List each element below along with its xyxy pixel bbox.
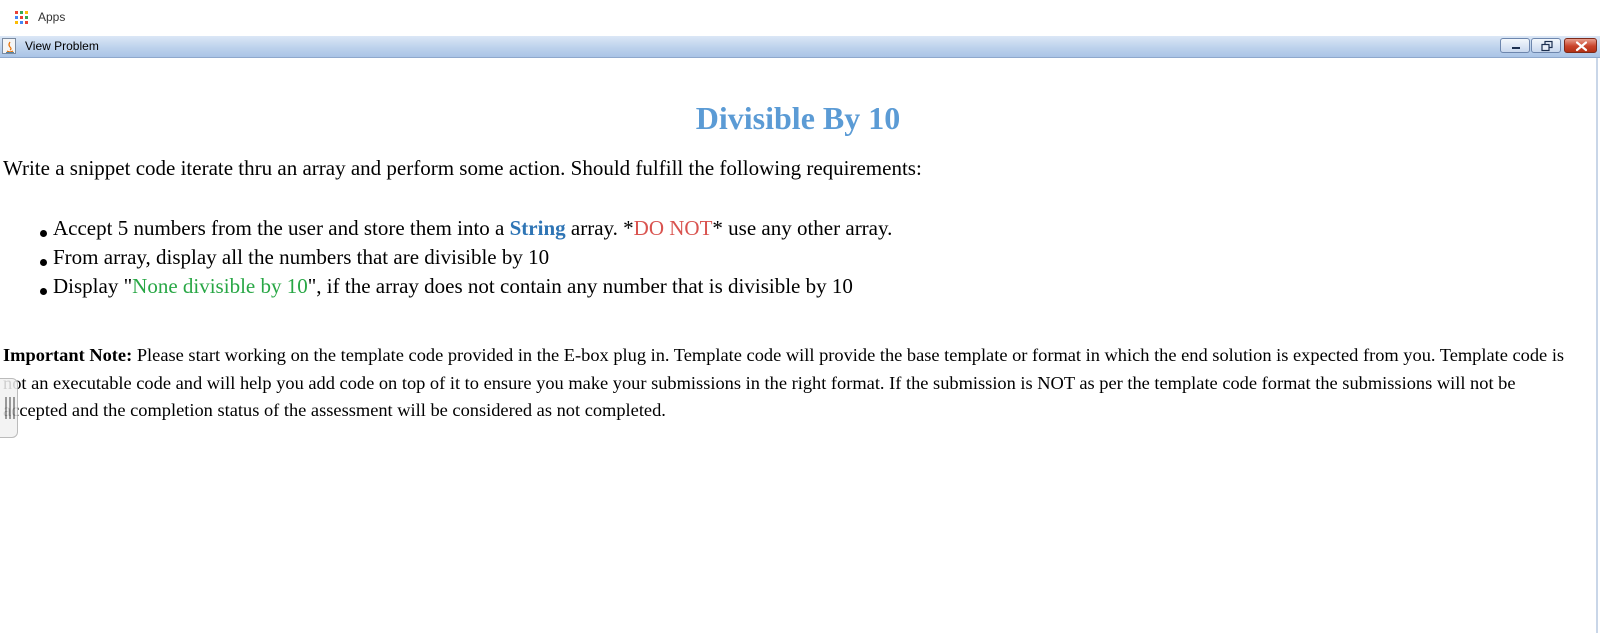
window-title: View Problem	[25, 39, 99, 53]
requirement-text: ", if the array does not contain any num…	[307, 274, 853, 298]
window-titlebar[interactable]: View Problem	[0, 36, 1600, 58]
bullet-icon	[40, 259, 47, 266]
problem-content: Divisible By 10 Write a snippet code ite…	[0, 58, 1600, 633]
side-panel-handle[interactable]	[0, 378, 18, 438]
list-item: From array, display all the numbers that…	[40, 243, 892, 272]
keyword-do-not: DO NOT	[633, 216, 713, 240]
list-item: Display "None divisible by 10", if the a…	[40, 272, 892, 301]
window-right-border	[1596, 58, 1598, 633]
requirement-text: * use any other array.	[712, 216, 893, 240]
keyword-none-divisible: None divisible by 10	[132, 274, 308, 298]
important-note: Important Note: Please start working on …	[3, 342, 1578, 425]
problem-intro: Write a snippet code iterate thru an arr…	[3, 156, 922, 180]
requirement-text: Accept 5 numbers from the user and store…	[53, 216, 510, 240]
close-icon	[1575, 41, 1588, 52]
problem-title: Divisible By 10	[695, 100, 901, 136]
apps-bookmark-label[interactable]: Apps	[38, 10, 65, 24]
important-note-label: Important Note:	[3, 345, 133, 365]
bullet-icon	[40, 288, 47, 295]
bookmarks-bar: Apps	[0, 0, 1600, 36]
important-note-text: Please start working on the template cod…	[3, 345, 1565, 420]
bullet-icon	[40, 230, 47, 237]
keyword-string: String	[509, 216, 566, 240]
requirement-text: array. *	[565, 216, 634, 240]
java-app-icon[interactable]	[2, 38, 16, 54]
restore-button[interactable]	[1531, 38, 1561, 53]
requirement-text: Display "	[53, 274, 133, 298]
apps-grid-icon[interactable]	[15, 11, 28, 24]
requirement-text: From array, display all the numbers that…	[53, 245, 550, 269]
list-item: Accept 5 numbers from the user and store…	[40, 214, 892, 243]
minimize-button[interactable]	[1500, 38, 1530, 53]
minimize-icon	[1512, 47, 1520, 49]
requirements-list: Accept 5 numbers from the user and store…	[40, 214, 892, 301]
close-button[interactable]	[1564, 38, 1597, 53]
restore-icon	[1541, 40, 1553, 52]
